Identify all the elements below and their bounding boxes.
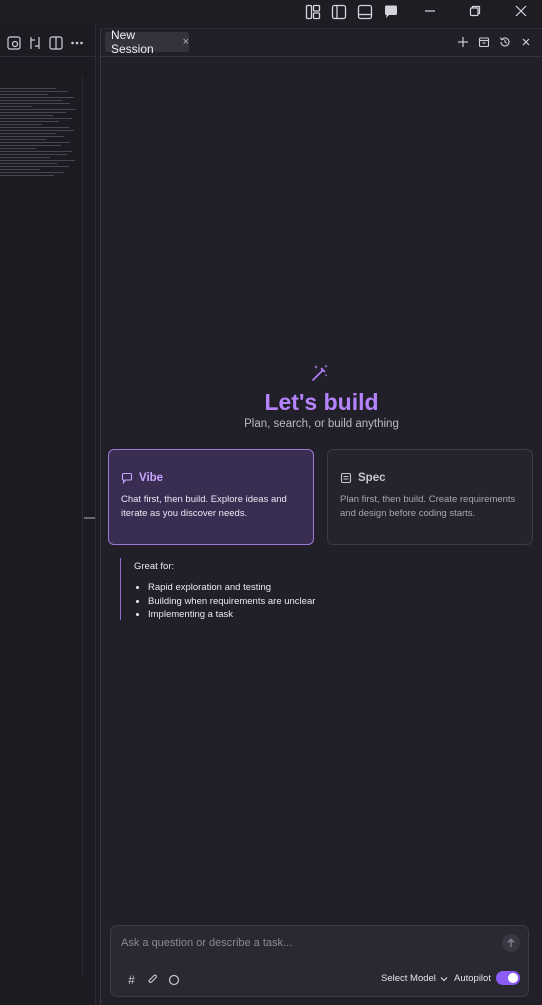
circle-icon (168, 974, 179, 986)
toolbar-divider (0, 56, 96, 57)
session-actions (452, 33, 536, 51)
history-icon (499, 37, 510, 47)
customize-layout-button[interactable] (300, 3, 326, 21)
vibe-mode-card[interactable]: Vibe Chat first, then build. Explore ide… (108, 449, 314, 545)
autopilot-toggle[interactable] (496, 971, 520, 985)
vibe-card-title: Vibe (139, 472, 164, 484)
close-window-button[interactable] (506, 2, 536, 20)
toggle-panel-button[interactable] (352, 3, 378, 21)
split-editor-icon (48, 36, 63, 50)
window-titlebar (0, 0, 542, 24)
close-icon (515, 5, 527, 17)
open-preview-button[interactable] (3, 33, 24, 53)
session-archive-button[interactable] (473, 33, 494, 51)
panel-resize-handle[interactable] (84, 517, 95, 519)
toggle-sidebar-button[interactable] (326, 3, 352, 21)
compare-icon (29, 37, 40, 49)
mode-status-button[interactable] (163, 971, 184, 989)
vibe-card-header: Vibe (121, 472, 301, 484)
minimap-scroll-track (82, 76, 83, 976)
toggle-chat-button[interactable] (378, 3, 404, 21)
hash-icon: # (128, 973, 135, 987)
toggle-knob (508, 973, 518, 983)
tab-new-session[interactable]: New Session × (105, 28, 189, 56)
restore-button[interactable] (460, 2, 490, 20)
layout-controls (300, 3, 404, 21)
hero-subtitle: Plan, search, or build anything (244, 418, 399, 430)
list-item: Implementing a task (148, 608, 360, 622)
compare-changes-button[interactable] (24, 33, 45, 53)
model-select[interactable]: Select Model (381, 973, 448, 984)
chat-bubble-icon (385, 5, 397, 18)
plus-icon (457, 37, 468, 47)
composer-tools: # (121, 971, 184, 989)
chevron-down-icon (440, 976, 448, 981)
close-icon (522, 38, 529, 46)
great-for-title: Great for: (134, 561, 175, 572)
session-tabbar: New Session × (101, 28, 542, 57)
chat-input[interactable] (119, 934, 489, 952)
spec-card-description: Plan first, then build. Create requireme… (340, 494, 516, 519)
restore-icon (469, 5, 481, 17)
hero-title: Let's build (264, 389, 379, 415)
split-editor-button[interactable] (45, 33, 66, 53)
attach-button[interactable] (142, 971, 163, 989)
context-hash-button[interactable]: # (121, 971, 142, 989)
sidebar-icon (331, 4, 347, 20)
customize-layout-icon (305, 4, 321, 20)
spec-card-title: Spec (358, 472, 386, 484)
spec-card-header: Spec (340, 472, 520, 484)
great-for-list: Rapid exploration and testing Building w… (134, 581, 360, 622)
tab-label: New Session (111, 28, 154, 56)
minimize-icon (425, 10, 435, 12)
chat-session-panel: New Session × Let's build Plan, search, … (100, 28, 542, 1005)
editor-panel (0, 24, 96, 1005)
arrow-up-icon (507, 938, 515, 947)
minimize-button[interactable] (415, 2, 445, 20)
magic-wand-icon (312, 364, 328, 381)
new-session-button[interactable] (452, 33, 473, 51)
more-actions-button[interactable] (66, 33, 87, 53)
model-select-label: Select Model (381, 973, 436, 984)
autopilot-label: Autopilot (454, 973, 491, 984)
editor-minimap[interactable] (0, 88, 80, 180)
vibe-card-description: Chat first, then build. Explore ideas an… (121, 494, 287, 519)
panel-icon (357, 4, 373, 20)
chat-bubble-icon (121, 472, 133, 484)
tab-close-icon[interactable]: × (183, 36, 189, 48)
archive-icon (478, 37, 489, 48)
editor-toolbar (0, 32, 96, 54)
close-session-button[interactable] (515, 33, 536, 51)
paperclip-icon (147, 974, 157, 984)
document-icon (340, 472, 352, 484)
session-history-button[interactable] (494, 33, 515, 51)
preview-icon (6, 36, 21, 50)
list-item: Rapid exploration and testing (148, 581, 360, 595)
chat-composer: # Select Model Autopilot (110, 925, 529, 997)
spec-mode-card[interactable]: Spec Plan first, then build. Create requ… (327, 449, 533, 545)
more-icon (70, 41, 83, 45)
send-button[interactable] (502, 934, 520, 952)
great-for-section: Great for: Rapid exploration and testing… (120, 558, 360, 620)
list-item: Building when requirements are unclear (148, 595, 360, 609)
